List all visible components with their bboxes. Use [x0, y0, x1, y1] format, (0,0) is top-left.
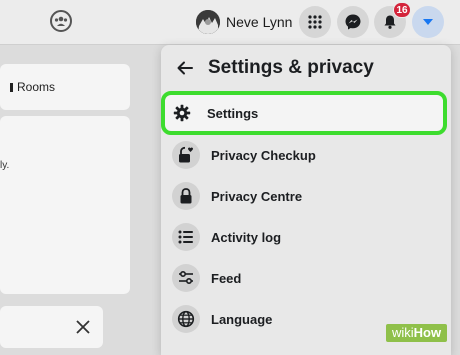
- globe-icon: [177, 310, 195, 328]
- menu-item-feed[interactable]: Feed: [169, 260, 444, 296]
- settings-privacy-panel: Settings & privacy Settings Privacy Chec…: [161, 45, 451, 355]
- video-icon: [10, 83, 13, 92]
- post-card: ly.: [0, 116, 130, 294]
- menu-item-privacy-checkup[interactable]: Privacy Checkup: [169, 137, 444, 173]
- messenger-icon: [345, 14, 361, 30]
- notification-count-badge: 16: [393, 2, 411, 18]
- top-navigation-bar: Neve Lynn 16: [0, 0, 460, 45]
- menu-item-label: Feed: [211, 270, 242, 286]
- caret-down-icon: [423, 19, 433, 25]
- sliders-icon: [179, 270, 193, 285]
- menu-item-label: Privacy Checkup: [211, 147, 316, 163]
- menu-button[interactable]: [299, 6, 331, 38]
- panel-title: Settings & privacy: [208, 57, 374, 78]
- messenger-button[interactable]: [337, 6, 369, 38]
- lock-heart-icon: [179, 146, 193, 163]
- panel-header: Settings & privacy: [161, 45, 451, 91]
- menu-item-settings[interactable]: Settings: [161, 91, 447, 135]
- menu-item-label: Privacy Centre: [211, 188, 303, 204]
- groups-icon[interactable]: [50, 10, 72, 32]
- back-arrow-icon[interactable]: [176, 59, 194, 77]
- profile-chip[interactable]: Neve Lynn: [196, 9, 292, 35]
- menu-item-label: Settings: [207, 105, 259, 121]
- gear-icon: [173, 104, 191, 122]
- post-text-snippet: ly.: [0, 160, 10, 171]
- menu-item-label: Activity log: [211, 229, 282, 245]
- avatar: [196, 10, 220, 34]
- wikihow-watermark: wikiHow: [386, 324, 448, 342]
- menu-item-label: Language: [211, 311, 273, 327]
- profile-name: Neve Lynn: [226, 14, 293, 30]
- grid-menu-icon: [308, 15, 322, 29]
- account-menu-button[interactable]: [412, 6, 444, 38]
- menu-item-activity-log[interactable]: Activity log: [169, 219, 444, 255]
- close-icon[interactable]: [76, 320, 90, 334]
- rooms-card: Rooms: [0, 64, 130, 110]
- list-icon: [178, 230, 193, 244]
- menu-item-privacy-centre[interactable]: Privacy Centre: [169, 178, 444, 214]
- rooms-label[interactable]: Rooms: [10, 80, 55, 94]
- lock-icon: [180, 188, 192, 204]
